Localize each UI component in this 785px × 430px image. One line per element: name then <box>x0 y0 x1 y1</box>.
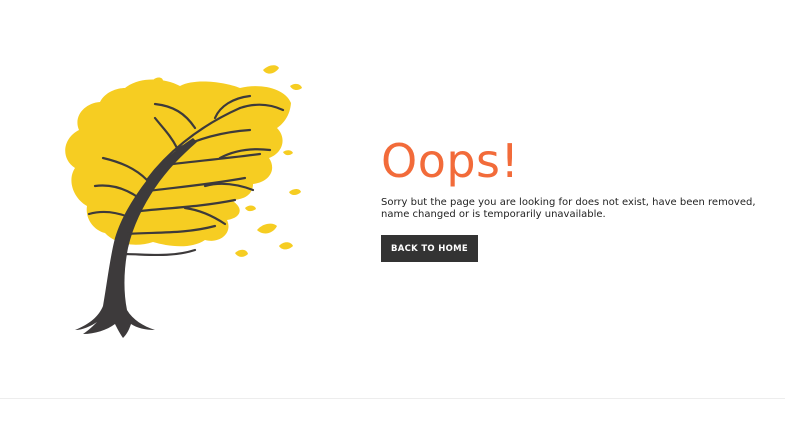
error-title: Oops! <box>381 134 520 188</box>
error-page: Oops! Sorry but the page you are looking… <box>0 0 785 430</box>
tree-foliage <box>65 65 302 257</box>
back-to-home-button[interactable]: BACK TO HOME <box>381 235 478 262</box>
footer-divider <box>0 398 785 399</box>
windblown-tree-icon <box>65 65 302 338</box>
error-message: Sorry but the page you are looking for d… <box>381 197 756 220</box>
error-content: Oops! Sorry but the page you are looking… <box>381 135 761 262</box>
